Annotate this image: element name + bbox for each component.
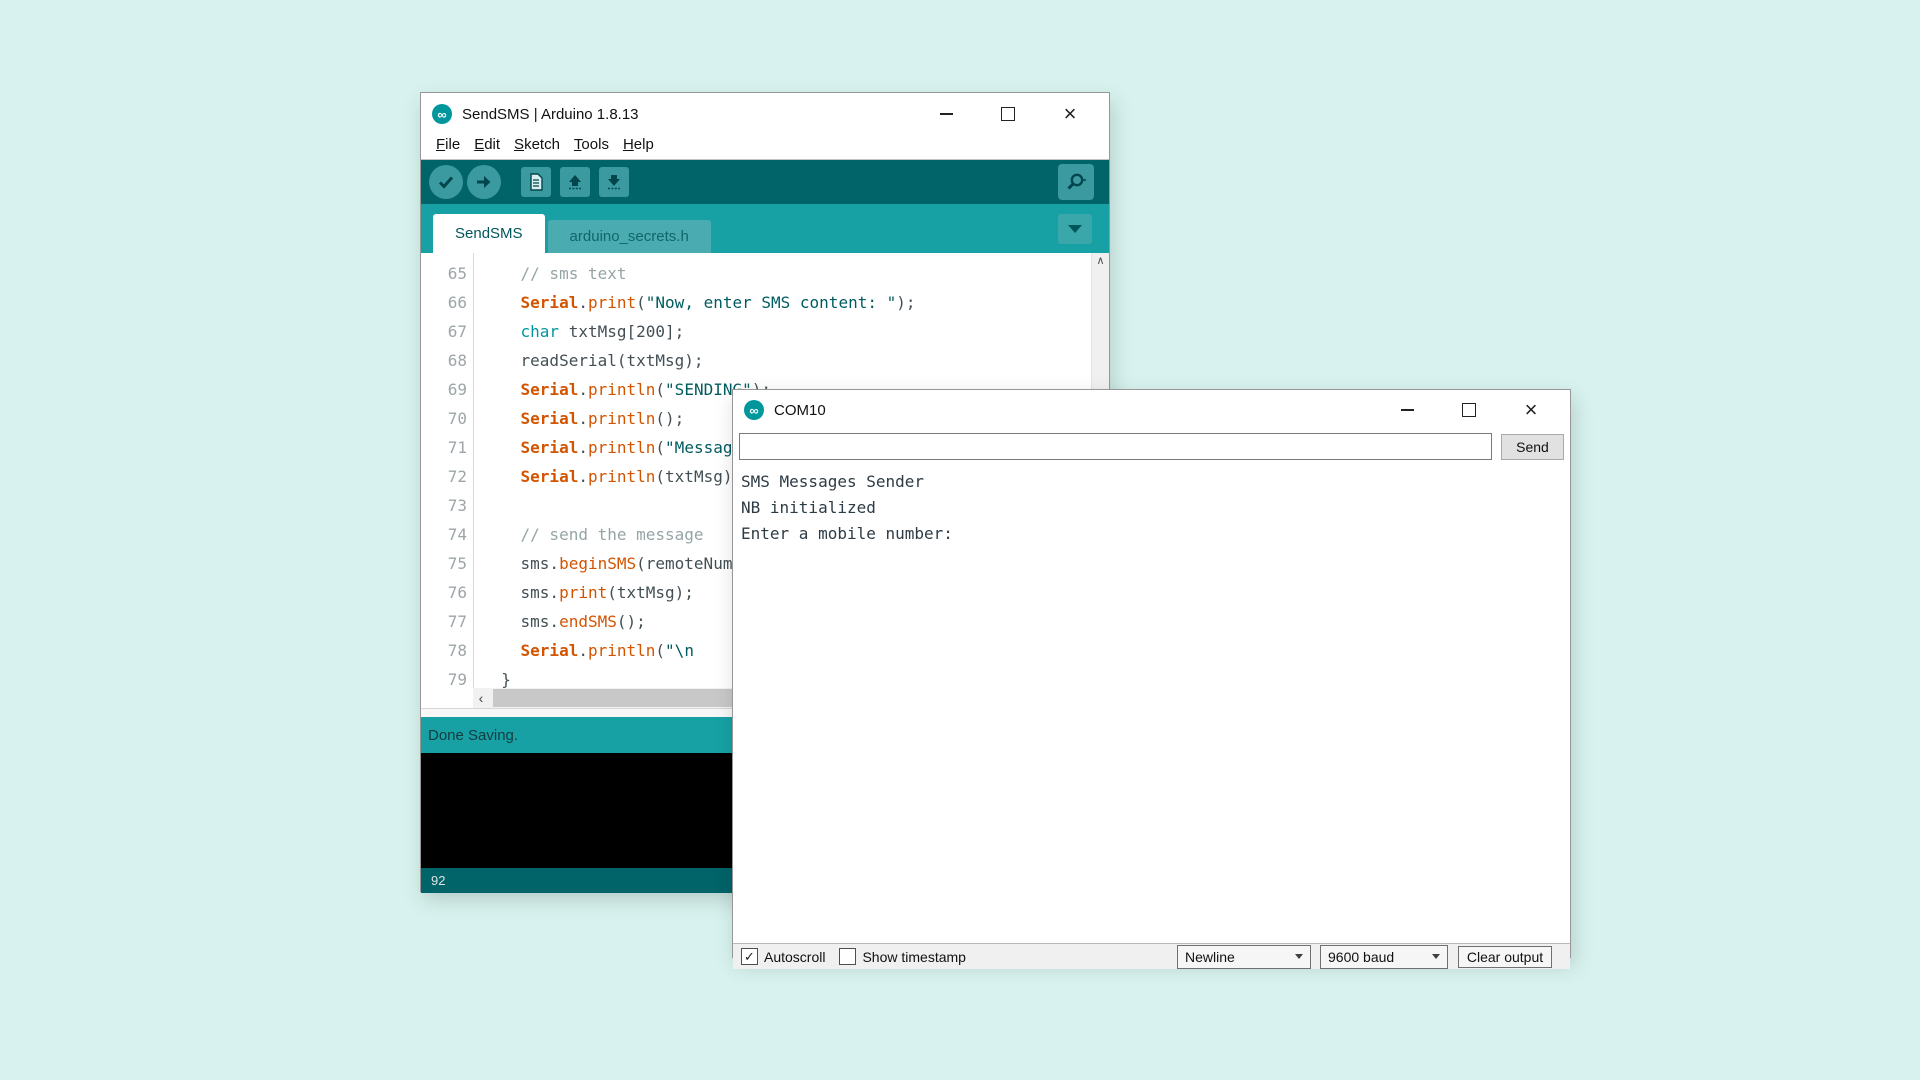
clear-output-button[interactable]: Clear output (1458, 946, 1552, 968)
close-icon: × (1064, 103, 1077, 125)
chevron-down-icon (1295, 954, 1303, 959)
menu-file[interactable]: File (429, 135, 467, 156)
menu-sketch[interactable]: Sketch (507, 135, 567, 156)
ide-toolbar (421, 160, 1109, 204)
new-sketch-button[interactable] (521, 167, 551, 197)
desktop: ∞ SendSMS | Arduino 1.8.13 × File Edit S… (0, 0, 1920, 1080)
upload-button[interactable] (467, 165, 501, 199)
menu-edit[interactable]: Edit (467, 135, 507, 156)
minimize-icon (1401, 409, 1414, 411)
minimize-icon (940, 113, 953, 115)
arduino-logo-icon: ∞ (744, 400, 764, 420)
menu-help[interactable]: Help (616, 135, 661, 156)
save-sketch-button[interactable] (599, 167, 629, 197)
serial-titlebar[interactable]: ∞ COM10 × (733, 390, 1570, 430)
maximize-icon (1001, 107, 1015, 121)
code-line: 67 char txtMsg[200]; (421, 317, 1092, 346)
scroll-up-icon: ∧ (1092, 253, 1109, 269)
scroll-left-icon: ‹ (473, 688, 489, 708)
arduino-logo-icon: ∞ (432, 104, 452, 124)
ide-tabbar: SendSMS arduino_secrets.h (421, 204, 1109, 253)
cursor-line-number: 92 (431, 873, 445, 888)
serial-output-area[interactable]: SMS Messages SenderNB initializedEnter a… (733, 463, 1570, 943)
send-button[interactable]: Send (1501, 434, 1564, 460)
magnifier-icon (1065, 171, 1087, 193)
serial-close-button[interactable]: × (1500, 390, 1562, 430)
serial-monitor-window: ∞ COM10 × Send SMS Messages SenderNB ini… (732, 389, 1571, 958)
baud-rate-value: 9600 baud (1328, 949, 1394, 965)
show-timestamp-checkbox[interactable]: ✓ (839, 948, 856, 965)
ide-menubar: File Edit Sketch Tools Help (421, 135, 1109, 160)
serial-window-title: COM10 (774, 402, 826, 419)
serial-monitor-button[interactable] (1058, 164, 1094, 200)
close-icon: × (1525, 399, 1538, 421)
chevron-down-icon (1068, 225, 1082, 233)
ide-maximize-button[interactable] (977, 93, 1039, 135)
arrow-up-icon (566, 173, 584, 191)
status-message: Done Saving. (428, 727, 518, 744)
autoscroll-checkbox[interactable]: ✓ (741, 948, 758, 965)
serial-output-line: NB initialized (741, 495, 1562, 521)
arrow-down-icon (605, 173, 623, 191)
check-icon (437, 173, 455, 191)
menu-tools[interactable]: Tools (567, 135, 616, 156)
code-line: 68 readSerial(txtMsg); (421, 346, 1092, 375)
check-mark-icon: ✓ (744, 949, 755, 965)
code-line: 65 // sms text (421, 259, 1092, 288)
code-line: 66 Serial.print("Now, enter SMS content:… (421, 288, 1092, 317)
tab-arduino-secrets[interactable]: arduino_secrets.h (548, 220, 711, 253)
autoscroll-label: Autoscroll (764, 949, 825, 965)
serial-input-field[interactable] (739, 433, 1492, 460)
line-ending-value: Newline (1185, 949, 1235, 965)
open-sketch-button[interactable] (560, 167, 590, 197)
serial-output-line: Enter a mobile number: (741, 521, 1562, 547)
maximize-icon (1462, 403, 1476, 417)
serial-minimize-button[interactable] (1376, 390, 1438, 430)
document-icon (527, 173, 545, 191)
tab-sendsms[interactable]: SendSMS (433, 214, 545, 253)
serial-bottom-bar: ✓ Autoscroll ✓ Show timestamp Newline 96… (733, 943, 1570, 969)
ide-window-title: SendSMS | Arduino 1.8.13 (462, 106, 639, 123)
tab-list-dropdown-button[interactable] (1058, 214, 1092, 244)
ide-titlebar[interactable]: ∞ SendSMS | Arduino 1.8.13 × (421, 93, 1109, 135)
arrow-right-icon (475, 173, 493, 191)
baud-rate-select[interactable]: 9600 baud (1320, 945, 1448, 969)
chevron-down-icon (1432, 954, 1440, 959)
verify-button[interactable] (429, 165, 463, 199)
serial-output-line: SMS Messages Sender (741, 469, 1562, 495)
line-ending-select[interactable]: Newline (1177, 945, 1311, 969)
show-timestamp-label: Show timestamp (862, 949, 965, 965)
ide-close-button[interactable]: × (1039, 93, 1101, 135)
ide-minimize-button[interactable] (915, 93, 977, 135)
serial-send-row: Send (733, 430, 1570, 463)
serial-maximize-button[interactable] (1438, 390, 1500, 430)
